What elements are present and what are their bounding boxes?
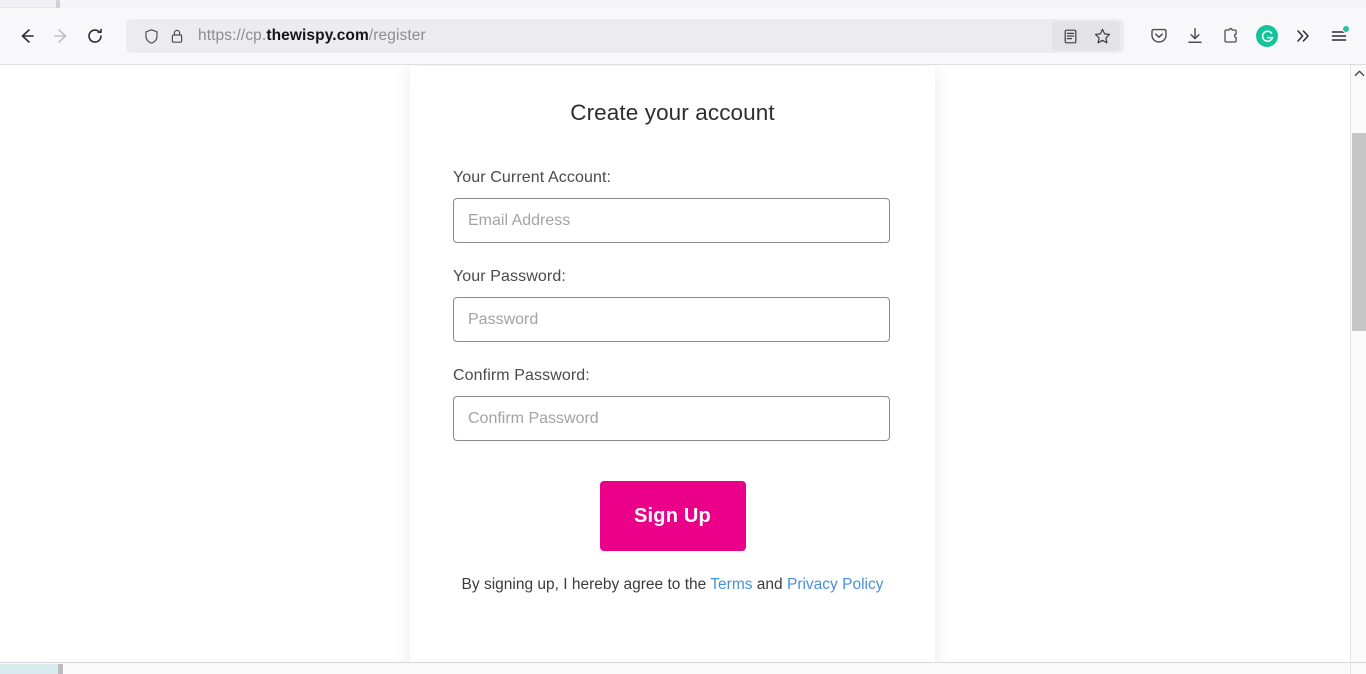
page-viewport: Create your account Your Current Account… bbox=[0, 65, 1366, 674]
scrollbar-corner bbox=[1350, 662, 1366, 674]
tab-edge-stub[interactable] bbox=[56, 0, 60, 8]
password-field[interactable] bbox=[453, 297, 890, 342]
back-button[interactable] bbox=[10, 19, 44, 53]
agreement-middle: and bbox=[752, 576, 787, 593]
field-password: Your Password: bbox=[453, 268, 892, 342]
bookmark-star-icon[interactable] bbox=[1086, 22, 1118, 50]
address-bar-actions bbox=[1052, 21, 1120, 51]
tab-strip bbox=[0, 0, 1366, 8]
confirm-password-label: Confirm Password: bbox=[453, 367, 590, 384]
back-arrow-icon bbox=[21, 29, 34, 43]
register-card: Create your account Your Current Account… bbox=[410, 66, 935, 662]
overflow-chevrons-icon[interactable] bbox=[1286, 19, 1320, 53]
lock-icon[interactable] bbox=[164, 23, 190, 49]
agreement-text: By signing up, I hereby agree to the Ter… bbox=[453, 576, 892, 594]
horizontal-scrollbar[interactable] bbox=[0, 662, 1350, 674]
browser-window: https://cp.thewispy.com/register Create … bbox=[0, 0, 1366, 674]
pocket-icon[interactable] bbox=[1142, 19, 1176, 53]
forward-arrow-icon bbox=[54, 29, 67, 43]
vertical-scrollbar[interactable] bbox=[1350, 65, 1366, 674]
field-email: Your Current Account: bbox=[453, 169, 892, 243]
sign-up-button[interactable]: Sign Up bbox=[599, 481, 746, 551]
navigation-toolbar: https://cp.thewispy.com/register bbox=[0, 8, 1366, 65]
forward-button[interactable] bbox=[44, 19, 78, 53]
privacy-policy-link[interactable]: Privacy Policy bbox=[787, 576, 883, 593]
active-tab-hint[interactable] bbox=[60, 0, 1366, 8]
confirm-password-field[interactable] bbox=[453, 396, 890, 441]
email-field[interactable] bbox=[453, 198, 890, 243]
submit-row: Sign Up bbox=[453, 481, 892, 551]
horizontal-scrollbar-thumb-cap[interactable] bbox=[58, 664, 63, 674]
horizontal-scrollbar-thumb[interactable] bbox=[0, 664, 60, 674]
grammarly-icon[interactable] bbox=[1250, 19, 1284, 53]
field-confirm-password: Confirm Password: bbox=[453, 367, 892, 441]
toolbar-right-group bbox=[1136, 19, 1356, 53]
web-page: Create your account Your Current Account… bbox=[0, 65, 1350, 662]
scroll-up-button[interactable] bbox=[1351, 65, 1366, 82]
vertical-scrollbar-thumb[interactable] bbox=[1352, 133, 1366, 331]
chevron-up-icon bbox=[1354, 70, 1364, 77]
email-label: Your Current Account: bbox=[453, 169, 612, 186]
url-path: /register bbox=[368, 27, 426, 44]
page-title: Create your account bbox=[570, 100, 775, 125]
reader-view-icon[interactable] bbox=[1054, 22, 1086, 50]
reload-button[interactable] bbox=[78, 19, 112, 53]
password-label: Your Password: bbox=[453, 268, 566, 285]
url-host: thewispy.com bbox=[266, 27, 369, 44]
url-text[interactable]: https://cp.thewispy.com/register bbox=[190, 27, 1052, 45]
app-menu-button[interactable] bbox=[1322, 19, 1356, 53]
terms-link[interactable]: Terms bbox=[710, 576, 752, 593]
url-scheme: https://cp. bbox=[198, 27, 267, 44]
extensions-icon[interactable] bbox=[1214, 19, 1248, 53]
reload-icon bbox=[88, 28, 102, 43]
address-bar[interactable]: https://cp.thewispy.com/register bbox=[126, 19, 1124, 53]
menu-notification-badge bbox=[1342, 25, 1350, 33]
agreement-prefix: By signing up, I hereby agree to the bbox=[461, 576, 711, 593]
downloads-icon[interactable] bbox=[1178, 19, 1212, 53]
shield-icon[interactable] bbox=[138, 23, 164, 49]
